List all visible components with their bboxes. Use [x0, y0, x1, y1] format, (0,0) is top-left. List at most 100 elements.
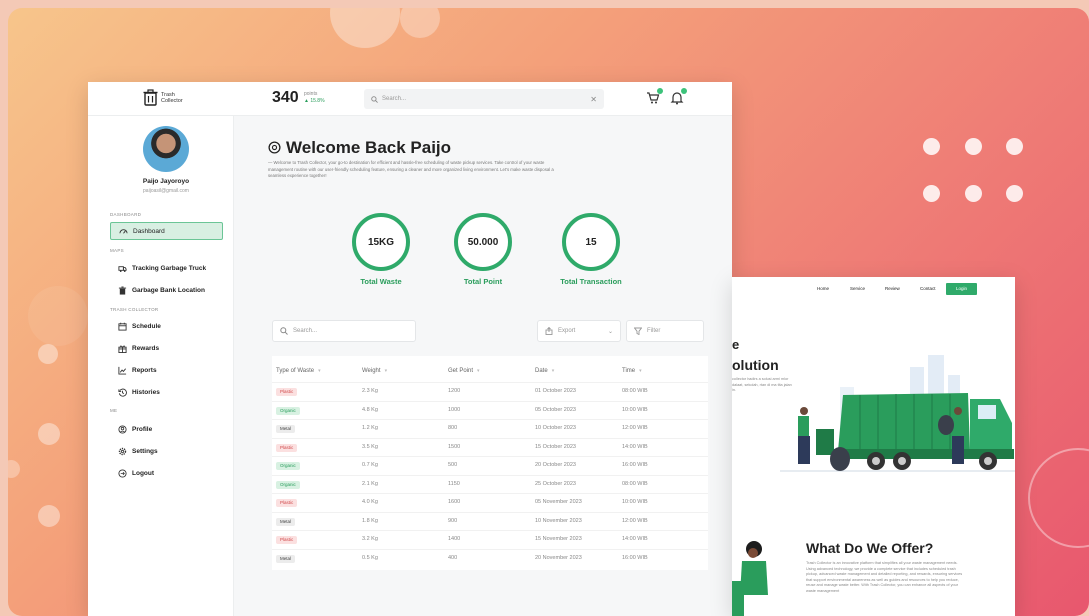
search-placeholder: Search... — [382, 96, 407, 102]
sidebar-item-reports[interactable]: Reports — [110, 361, 223, 379]
sidebar-item-label: Settings — [132, 447, 158, 455]
clear-search-icon[interactable]: ✕ — [590, 95, 597, 104]
table-search-input[interactable]: Search... — [272, 320, 416, 342]
global-search-input[interactable]: Search... ✕ — [364, 89, 604, 109]
help-circle-icon — [268, 141, 281, 154]
table-row[interactable]: Plastic 3.2 Kg 1400 15 November 2023 14:00 W… — [272, 530, 708, 548]
notification-badge — [681, 88, 687, 94]
export-dropdown[interactable]: Export ⌄ — [537, 320, 621, 342]
cell-time: 16:00 WIB — [622, 554, 648, 561]
cell-weight: 3.2 Kg — [362, 536, 378, 542]
cell-point: 1600 — [448, 499, 461, 505]
sidebar-item-dashboard[interactable]: Dashboard — [110, 222, 223, 240]
sidebar-item-settings[interactable]: Settings — [110, 442, 223, 460]
search-icon — [280, 327, 288, 335]
cell-time: 16:00 WIB — [622, 462, 648, 468]
waste-table: Type of Waste ▾ Weight ▾ Get Point ▾ Date ▾ … — [272, 356, 708, 570]
chart-icon — [118, 366, 127, 375]
waste-type-badge: Organic — [276, 462, 300, 470]
stat-value: 50.000 — [467, 236, 499, 248]
cell-weight: 3.5 Kg — [362, 443, 378, 450]
chevron-down-icon: ⌄ — [607, 328, 613, 335]
sidebar-item-label: Tracking Garbage Truck — [132, 264, 207, 272]
sidebar-item-profile[interactable]: Profile — [110, 420, 223, 438]
logout-icon — [118, 468, 127, 478]
cell-weight: 0.5 Kg — [362, 554, 378, 561]
cart-button[interactable] — [646, 88, 663, 105]
table-search-placeholder: Search... — [293, 328, 318, 334]
user-name: Paijo Jayoroyo — [142, 178, 190, 185]
sort-icon: ▾ — [318, 368, 321, 374]
landing-login-button[interactable]: Login — [946, 283, 977, 295]
column-header[interactable]: Weight ▾ — [362, 368, 387, 374]
filter-button[interactable]: Filter — [626, 320, 704, 342]
filter-label: Filter — [647, 328, 661, 334]
cell-point: 800 — [448, 425, 458, 431]
landing-nav-service[interactable]: Service — [850, 286, 865, 291]
table-row[interactable]: Plastic 2.3 Kg 1200 01 October 2023 08:00 WI… — [272, 382, 708, 400]
notification-button[interactable] — [670, 88, 687, 105]
profile-icon — [118, 424, 127, 434]
cell-weight: 1.8 Kg — [362, 517, 378, 524]
column-header-label: Time — [622, 368, 636, 374]
cell-point: 1400 — [448, 536, 461, 542]
garbage-truck-illustration — [780, 355, 1015, 472]
sidebar-item-schedule[interactable]: Schedule — [110, 317, 223, 335]
cell-weight: 4.0 Kg — [362, 499, 378, 505]
waste-type-badge: Plastic — [276, 536, 298, 544]
column-header-label: Type of Waste — [276, 368, 315, 374]
column-header[interactable]: Date ▾ — [535, 368, 554, 374]
cell-time: 10:00 WIB — [622, 499, 648, 505]
section-label-dashboard: DASHBOARD — [110, 212, 142, 217]
landing-nav-review[interactable]: Review — [885, 286, 900, 291]
search-icon — [371, 95, 378, 103]
table-row[interactable]: Metal 0.5 Kg 400 20 November 2023 16:00 WIB — [272, 548, 708, 567]
cart-badge — [657, 88, 663, 94]
sidebar-item-logout[interactable]: Logout — [110, 464, 223, 482]
sort-icon: ▾ — [384, 368, 388, 374]
cell-point: 1200 — [448, 388, 461, 394]
table-row[interactable]: Plastic 4.0 Kg 1600 05 November 2023 10:00 W… — [272, 493, 708, 511]
decor-dot — [1006, 138, 1023, 155]
app-logo[interactable]: Trash Collector — [143, 89, 191, 106]
waste-type-badge: Plastic — [276, 499, 298, 507]
landing-nav-home[interactable]: Home — [817, 286, 829, 291]
cell-date: 25 October 2023 — [535, 480, 576, 487]
table-row[interactable]: Organic 4.8 Kg 1000 05 October 2023 10:00 WI… — [272, 400, 708, 419]
welcome-description: — Welcome to Trash Collector, your go-to… — [268, 160, 554, 178]
cell-point: 1000 — [448, 406, 461, 413]
cell-time: 10:00 WIB — [622, 406, 648, 413]
sidebar-item-histories[interactable]: Histories — [110, 383, 223, 401]
cell-point: 1150 — [448, 480, 460, 487]
filter-icon — [634, 327, 642, 335]
points-value: 340 — [272, 89, 299, 106]
sidebar-item-rewards[interactable]: Rewards — [110, 339, 223, 357]
sidebar-item-garbage-bank-location[interactable]: Garbage Bank Location — [110, 281, 223, 299]
cell-time: 12:00 WIB — [622, 517, 648, 524]
landing-nav-contact[interactable]: Contact — [920, 286, 936, 291]
table-row[interactable]: Metal 1.2 Kg 800 10 October 2023 12:00 WIB — [272, 419, 708, 437]
table-row[interactable]: Metal 1.8 Kg 900 10 November 2023 12:00 WIB — [272, 511, 708, 530]
table-row[interactable]: Organic 2.1 Kg 1150 25 October 2023 08:00 WI… — [272, 474, 708, 493]
cell-date: 15 October 2023 — [535, 443, 576, 450]
decor-dot — [1006, 185, 1023, 202]
cell-weight: 1.2 Kg — [362, 425, 378, 431]
decor-circle — [330, 8, 400, 48]
table-row[interactable]: Plastic 3.5 Kg 1500 15 October 2023 14:00 WI… — [272, 437, 708, 456]
stat-total-transaction-circle: 15 — [562, 213, 620, 271]
stat-label: Total Waste — [360, 277, 402, 286]
offer-description: Trash Collector is an innovative platfor… — [806, 561, 963, 593]
cell-time: 08:00 WIB — [622, 480, 648, 487]
points-label: points — [304, 91, 318, 97]
avatar[interactable] — [143, 126, 189, 172]
waste-type-badge: Plastic — [276, 388, 298, 396]
decor-dot — [965, 185, 982, 202]
column-header[interactable]: Type of Waste ▾ — [276, 368, 321, 374]
table-row[interactable]: Organic 0.7 Kg 500 20 October 2023 16:00 WIB — [272, 456, 708, 474]
waste-type-badge: Organic — [276, 480, 300, 489]
column-header[interactable]: Time ▾ — [622, 368, 642, 374]
sidebar-item-tracking-garbage-truck[interactable]: Tracking Garbage Truck — [110, 259, 223, 277]
cell-date: 01 October 2023 — [535, 388, 576, 394]
cell-date: 10 November 2023 — [535, 517, 582, 524]
column-header[interactable]: Get Point ▾ — [448, 368, 480, 374]
